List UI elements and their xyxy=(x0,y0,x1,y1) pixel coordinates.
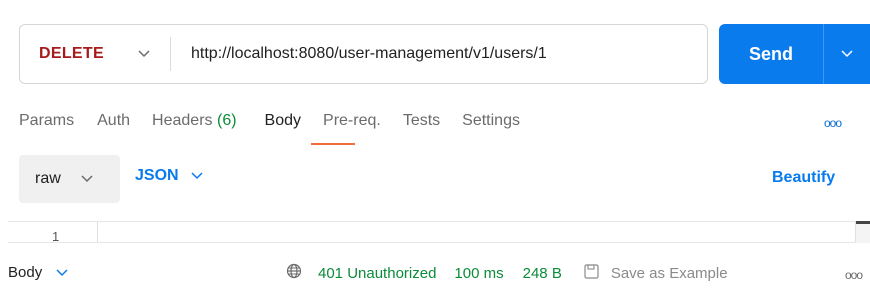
headers-count: (6) xyxy=(216,112,237,129)
editor-scrollbar-thumb[interactable] xyxy=(856,221,870,224)
active-tab-indicator xyxy=(311,143,355,145)
save-icon xyxy=(584,263,599,283)
save-as-example-label: Save as Example xyxy=(610,264,728,282)
body-mode-select[interactable]: raw xyxy=(19,155,120,203)
response-section-label: Body xyxy=(8,264,43,281)
send-button[interactable]: Send xyxy=(719,24,870,84)
response-meta: 401 Unauthorized 100 ms 248 B Save as Ex… xyxy=(286,263,728,283)
tab-auth[interactable]: Auth xyxy=(97,112,130,130)
tab-label: Pre-req. xyxy=(323,112,381,129)
request-tabs: Params Auth Headers (6) Body Pre-req. Te… xyxy=(19,112,520,130)
editor-gutter-divider xyxy=(97,222,98,243)
tab-body[interactable]: Body xyxy=(265,112,301,130)
chevron-down-icon[interactable] xyxy=(824,45,870,63)
chevron-down-icon xyxy=(191,167,203,185)
request-bar: DELETE http://localhost:8080/user-manage… xyxy=(19,24,708,84)
body-mode-label: raw xyxy=(35,170,61,187)
tab-headers[interactable]: Headers (6) xyxy=(152,112,237,130)
method-select[interactable]: DELETE xyxy=(20,25,170,83)
chevron-down-icon xyxy=(81,170,93,188)
chevron-down-icon xyxy=(138,45,150,63)
tab-pre-request[interactable]: Pre-req. xyxy=(323,112,381,130)
beautify-button[interactable]: Beautify xyxy=(772,169,835,187)
language-select[interactable]: JSON xyxy=(135,167,203,185)
tab-label: Headers xyxy=(152,112,213,129)
globe-icon[interactable] xyxy=(286,263,302,283)
tab-label: Settings xyxy=(462,112,520,129)
method-label: DELETE xyxy=(39,45,104,62)
response-time[interactable]: 100 ms xyxy=(454,265,503,282)
tab-label: Body xyxy=(264,112,302,129)
tab-settings[interactable]: Settings xyxy=(462,112,520,130)
language-label: JSON xyxy=(135,167,179,184)
status-code[interactable]: 401 Unauthorized xyxy=(318,265,436,282)
response-section-select[interactable]: Body xyxy=(8,264,68,281)
editor-border xyxy=(8,242,856,243)
save-as-example-button[interactable]: Save as Example xyxy=(584,263,728,283)
tab-label: Auth xyxy=(97,112,131,129)
tab-label: Params xyxy=(19,112,75,129)
response-size[interactable]: 248 B xyxy=(523,265,562,282)
send-label: Send xyxy=(748,43,793,64)
tab-params[interactable]: Params xyxy=(19,112,74,130)
editor-scrollbar[interactable] xyxy=(855,221,870,243)
editor-border xyxy=(8,221,856,222)
tab-label: Tests xyxy=(402,112,441,129)
url-input[interactable]: http://localhost:8080/user-management/v1… xyxy=(171,45,547,63)
tab-tests[interactable]: Tests xyxy=(403,112,440,130)
chevron-down-icon xyxy=(56,264,68,281)
more-options-icon[interactable]: ooo xyxy=(845,268,863,282)
more-options-icon[interactable]: ooo xyxy=(824,116,842,130)
